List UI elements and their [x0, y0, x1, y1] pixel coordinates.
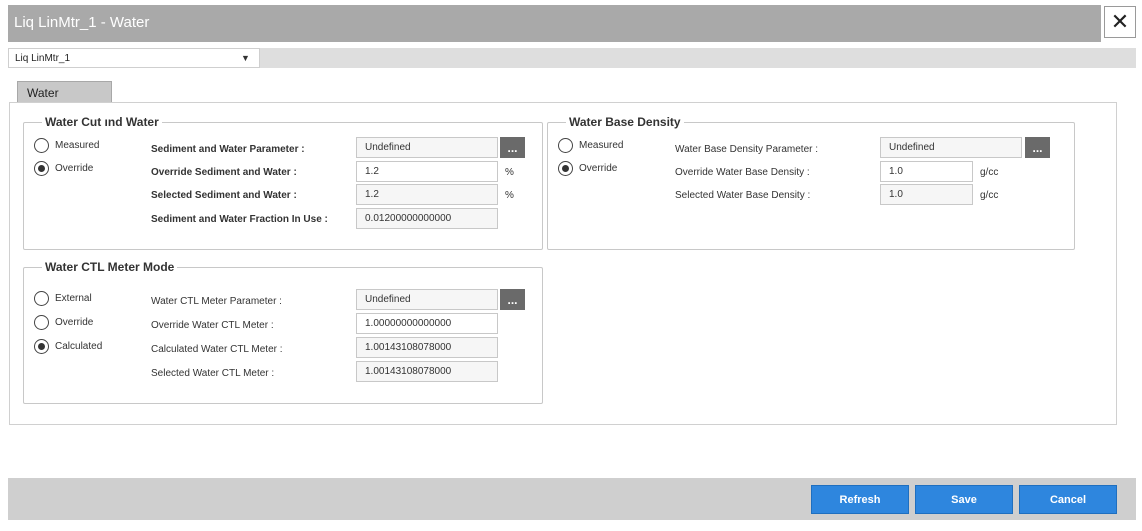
water-cut-group: Water Cut ınd Water: [23, 115, 543, 250]
radio-unchecked-icon: [34, 291, 49, 306]
radio-label: Measured: [579, 140, 624, 151]
radio-unchecked-icon: [558, 138, 573, 153]
sw-override-label: Override Sediment and Water :: [151, 167, 297, 178]
close-icon[interactable]: ✕: [1104, 6, 1136, 38]
radio-unchecked-icon: [34, 138, 49, 153]
tab-water[interactable]: Water: [17, 81, 112, 103]
density-measured-radio[interactable]: Measured: [558, 138, 623, 153]
density-override-input[interactable]: 1.0: [880, 161, 973, 182]
sw-parameter-field: Undefined: [356, 137, 498, 158]
density-selected-label: Selected Water Base Density :: [675, 190, 811, 201]
selector-bar: Liq LinMtr_1 ▼: [8, 48, 1136, 68]
ctl-external-radio[interactable]: External: [34, 291, 92, 306]
ctl-parameter-field: Undefined: [356, 289, 498, 310]
ctl-selected-field: 1.00143108078000: [356, 361, 498, 382]
density-selected-unit: g/cc: [980, 190, 999, 201]
sw-parameter-browse-button[interactable]: ...: [500, 137, 525, 158]
radio-checked-icon: [558, 161, 573, 176]
radio-label: Calculated: [55, 341, 103, 352]
radio-unchecked-icon: [34, 315, 49, 330]
ctl-selected-label: Selected Water CTL Meter :: [151, 368, 275, 379]
radio-label: External: [55, 293, 92, 304]
chevron-down-icon[interactable]: ▼: [241, 53, 250, 63]
ctl-parameter-browse-button[interactable]: ...: [500, 289, 525, 310]
water-base-density-group: Water Base Density: [547, 115, 1075, 250]
radio-label: Measured: [55, 140, 100, 151]
sw-selected-label: Selected Sediment and Water :: [151, 190, 297, 201]
ctl-override-input[interactable]: 1.00000000000000: [356, 313, 498, 334]
radio-checked-icon: [34, 339, 49, 354]
tab-water-label: Water: [27, 86, 59, 100]
window-title-bar: Liq LinMtr_1 - Water: [8, 5, 1101, 42]
water-base-density-legend: Water Base Density: [569, 115, 681, 129]
density-selected-field: 1.0: [880, 184, 973, 205]
density-override-unit: g/cc: [980, 167, 999, 178]
sw-selected-field: 1.2: [356, 184, 498, 205]
radio-label: Override: [55, 163, 94, 174]
sw-override-input[interactable]: 1.2: [356, 161, 498, 182]
ctl-calculated-radio[interactable]: Calculated: [34, 339, 102, 354]
ctl-calculated-label: Calculated Water CTL Meter :: [151, 344, 283, 355]
density-parameter-label: Water Base Density Parameter :: [675, 144, 819, 155]
radio-checked-icon: [34, 161, 49, 176]
sw-selected-unit: %: [505, 190, 514, 201]
save-button[interactable]: Save: [915, 485, 1013, 514]
ctl-override-label: Override Water CTL Meter :: [151, 320, 274, 331]
meter-select[interactable]: Liq LinMtr_1 ▼: [8, 48, 260, 68]
tab-content-panel: Water Cut ınd Water Measured Override Se…: [9, 102, 1117, 425]
water-cut-legend: Water Cut ınd Water: [45, 115, 159, 129]
sw-parameter-label: Sediment and Water Parameter :: [151, 144, 305, 155]
sw-override-unit: %: [505, 167, 514, 178]
radio-label: Override: [55, 317, 94, 328]
ctl-parameter-label: Water CTL Meter Parameter :: [151, 296, 282, 307]
ctl-override-radio[interactable]: Override: [34, 315, 93, 330]
density-parameter-browse-button[interactable]: ...: [1025, 137, 1050, 158]
water-ctl-legend: Water CTL Meter Mode: [45, 260, 175, 274]
water-cut-measured-radio[interactable]: Measured: [34, 138, 99, 153]
ctl-calculated-field: 1.00143108078000: [356, 337, 498, 358]
radio-label: Override: [579, 163, 618, 174]
water-cut-override-radio[interactable]: Override: [34, 161, 93, 176]
sw-fraction-label: Sediment and Water Fraction In Use :: [151, 214, 328, 225]
sw-fraction-field: 0.01200000000000: [356, 208, 498, 229]
meter-select-value: Liq LinMtr_1: [15, 53, 71, 64]
density-override-radio[interactable]: Override: [558, 161, 617, 176]
window-title: Liq LinMtr_1 - Water: [14, 14, 150, 31]
refresh-button[interactable]: Refresh: [811, 485, 909, 514]
density-override-label: Override Water Base Density :: [675, 167, 810, 178]
density-parameter-field: Undefined: [880, 137, 1022, 158]
cancel-button[interactable]: Cancel: [1019, 485, 1117, 514]
